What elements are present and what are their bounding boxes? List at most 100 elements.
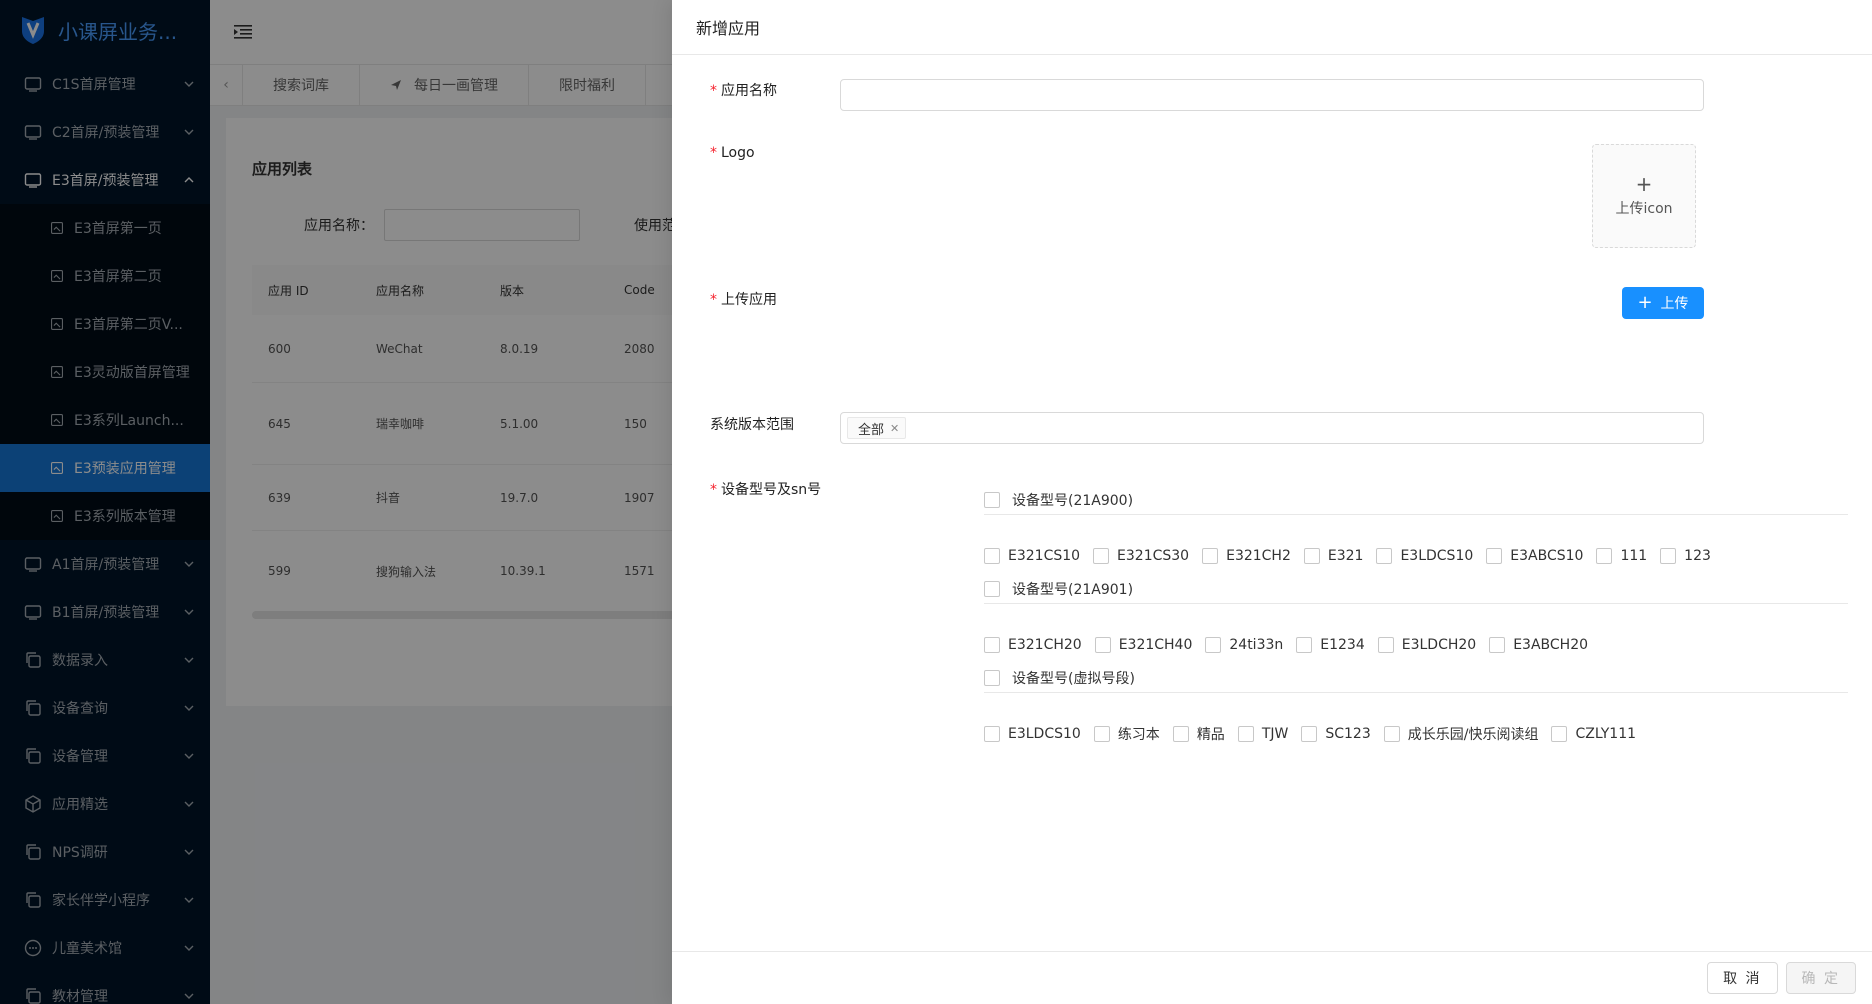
option-label: 成长乐园/快乐阅读组 bbox=[1407, 727, 1539, 743]
device-option[interactable]: E321CS30 bbox=[1093, 548, 1189, 564]
device-option[interactable]: 精品 bbox=[1172, 724, 1225, 744]
device-option[interactable]: TJW bbox=[1237, 726, 1289, 742]
device-option[interactable]: E321CH20 bbox=[984, 637, 1082, 653]
option-checkbox[interactable] bbox=[1660, 548, 1677, 564]
option-checkbox[interactable] bbox=[1172, 726, 1189, 742]
option-label: SC123 bbox=[1325, 726, 1371, 742]
option-checkbox[interactable] bbox=[1303, 548, 1320, 564]
option-label: CZLY111 bbox=[1575, 726, 1637, 742]
sys-version-label: 系统版本范围 bbox=[710, 414, 794, 434]
plus-icon: + bbox=[1635, 172, 1653, 196]
option-label: E321CH20 bbox=[1008, 637, 1082, 653]
option-label: E3LDCS10 bbox=[1400, 548, 1474, 564]
logo-label: * Logo bbox=[710, 145, 755, 161]
option-label: E321CH2 bbox=[1226, 548, 1291, 564]
device-group: 设备型号(21A900) E321CS10 E321CS30 E321CH2 E321 E… bbox=[984, 485, 1848, 571]
option-label: E3LDCS10 bbox=[1008, 726, 1081, 742]
option-checkbox[interactable] bbox=[1205, 637, 1222, 653]
required-mark: * bbox=[710, 292, 717, 308]
option-checkbox[interactable] bbox=[1551, 726, 1568, 742]
device-option[interactable]: 24ti33n bbox=[1205, 637, 1283, 653]
device-option[interactable]: CZLY111 bbox=[1551, 726, 1636, 742]
option-checkbox[interactable] bbox=[1489, 637, 1506, 653]
option-label: E321CS10 bbox=[1008, 548, 1081, 564]
option-checkbox[interactable] bbox=[1596, 548, 1613, 564]
option-checkbox[interactable] bbox=[1296, 637, 1313, 653]
device-option[interactable]: SC123 bbox=[1301, 726, 1371, 742]
upload-app-button[interactable]: + 上传 bbox=[1622, 287, 1704, 319]
label-text: 设备型号及sn号 bbox=[721, 482, 822, 498]
option-label: E3ABCS10 bbox=[1510, 548, 1584, 564]
label-text: 系统版本范围 bbox=[710, 417, 794, 433]
option-checkbox[interactable] bbox=[1301, 726, 1318, 742]
confirm-button[interactable]: 确 定 bbox=[1785, 962, 1856, 994]
option-label: 111 bbox=[1620, 548, 1648, 564]
device-option[interactable]: E3LDCS10 bbox=[1376, 548, 1473, 564]
group-title: 设备型号(21A901) bbox=[1012, 581, 1134, 598]
option-checkbox[interactable] bbox=[1486, 548, 1503, 564]
sys-version-select[interactable]: 全部 ✕ bbox=[840, 412, 1704, 444]
device-option[interactable]: E3LDCS10 bbox=[984, 726, 1081, 742]
device-option[interactable]: 成长乐园/快乐阅读组 bbox=[1383, 724, 1539, 744]
option-label: 练习本 bbox=[1117, 727, 1160, 743]
device-option[interactable]: 111 bbox=[1596, 548, 1647, 564]
group-checkbox[interactable] bbox=[984, 491, 1000, 508]
device-option[interactable]: E321CH2 bbox=[1202, 548, 1291, 564]
device-options: E3LDCS10 练习本 精品 TJW SC123 成长乐园/快乐阅读组 CZLY111 bbox=[984, 719, 1848, 749]
option-label: 123 bbox=[1684, 548, 1711, 564]
option-checkbox[interactable] bbox=[1202, 548, 1219, 564]
app-name-label: * 应用名称 bbox=[710, 80, 777, 100]
device-option[interactable]: E3ABCS10 bbox=[1486, 548, 1583, 564]
device-option[interactable]: E1234 bbox=[1296, 637, 1365, 653]
close-icon[interactable]: ✕ bbox=[890, 422, 899, 435]
group-title: 设备型号(虚拟号段) bbox=[1012, 670, 1135, 687]
group-checkbox[interactable] bbox=[984, 580, 1000, 597]
option-checkbox[interactable] bbox=[1376, 548, 1393, 564]
label-text: 应用名称 bbox=[721, 83, 777, 99]
plus-icon: + bbox=[1637, 292, 1653, 313]
device-option[interactable]: E3ABCH20 bbox=[1489, 637, 1588, 653]
option-label: E321 bbox=[1327, 548, 1364, 564]
app-name-input[interactable] bbox=[840, 79, 1704, 111]
device-option[interactable]: E321CS10 bbox=[984, 548, 1080, 564]
cancel-button[interactable]: 取 消 bbox=[1707, 962, 1778, 994]
device-option[interactable]: E3LDCH20 bbox=[1377, 637, 1477, 653]
device-option[interactable]: 练习本 bbox=[1093, 724, 1160, 744]
button-label: 上传 bbox=[1660, 296, 1689, 312]
drawer-mask[interactable] bbox=[0, 0, 672, 1004]
label-text: 上传应用 bbox=[721, 292, 777, 308]
option-checkbox[interactable] bbox=[1093, 726, 1110, 742]
option-checkbox[interactable] bbox=[984, 637, 1000, 653]
device-options: E321CS10 E321CS30 E321CH2 E321 E3LDCS10 E3ABC… bbox=[984, 541, 1848, 571]
option-checkbox[interactable] bbox=[1093, 548, 1110, 564]
option-label: E3LDCH20 bbox=[1401, 637, 1477, 653]
option-checkbox[interactable] bbox=[1237, 726, 1254, 742]
device-option[interactable]: E321CH40 bbox=[1094, 637, 1192, 653]
group-checkbox[interactable] bbox=[984, 669, 1000, 686]
option-checkbox[interactable] bbox=[984, 548, 1000, 564]
option-checkbox[interactable] bbox=[1377, 637, 1394, 653]
device-group: 设备型号(虚拟号段) E3LDCS10 练习本 精品 TJW SC123 成长乐园/快乐阅读… bbox=[984, 663, 1848, 749]
option-label: E3ABCH20 bbox=[1513, 637, 1589, 653]
option-label: 24ti33n bbox=[1229, 637, 1284, 653]
device-options: E321CH20 E321CH40 24ti33n E1234 E3LDCH20 E3AB… bbox=[984, 630, 1848, 660]
option-label: E321CS30 bbox=[1117, 548, 1190, 564]
option-label: E1234 bbox=[1320, 637, 1365, 653]
upload-icon-box[interactable]: + 上传icon bbox=[1592, 144, 1696, 248]
option-checkbox[interactable] bbox=[1383, 726, 1400, 742]
device-option[interactable]: 123 bbox=[1660, 548, 1711, 564]
upload-app-label: * 上传应用 bbox=[710, 289, 777, 309]
device-group-header[interactable]: 设备型号(21A901) bbox=[984, 574, 1848, 604]
option-checkbox[interactable] bbox=[1094, 637, 1111, 653]
device-group: 设备型号(21A901) E321CH20 E321CH40 24ti33n E1234… bbox=[984, 574, 1848, 660]
option-label: 精品 bbox=[1196, 727, 1225, 743]
option-checkbox[interactable] bbox=[984, 726, 1000, 742]
device-group-header[interactable]: 设备型号(虚拟号段) bbox=[984, 663, 1848, 693]
required-mark: * bbox=[710, 83, 717, 99]
option-label: TJW bbox=[1261, 726, 1289, 742]
device-option[interactable]: E321 bbox=[1303, 548, 1364, 564]
drawer-title: 新增应用 bbox=[672, 0, 1872, 55]
label-text: Logo bbox=[721, 145, 755, 161]
add-app-drawer: 新增应用 * 应用名称 * Logo + 上传icon * 上传应用 + 上传 系统版… bbox=[672, 0, 1872, 1004]
device-group-header[interactable]: 设备型号(21A900) bbox=[984, 485, 1848, 515]
